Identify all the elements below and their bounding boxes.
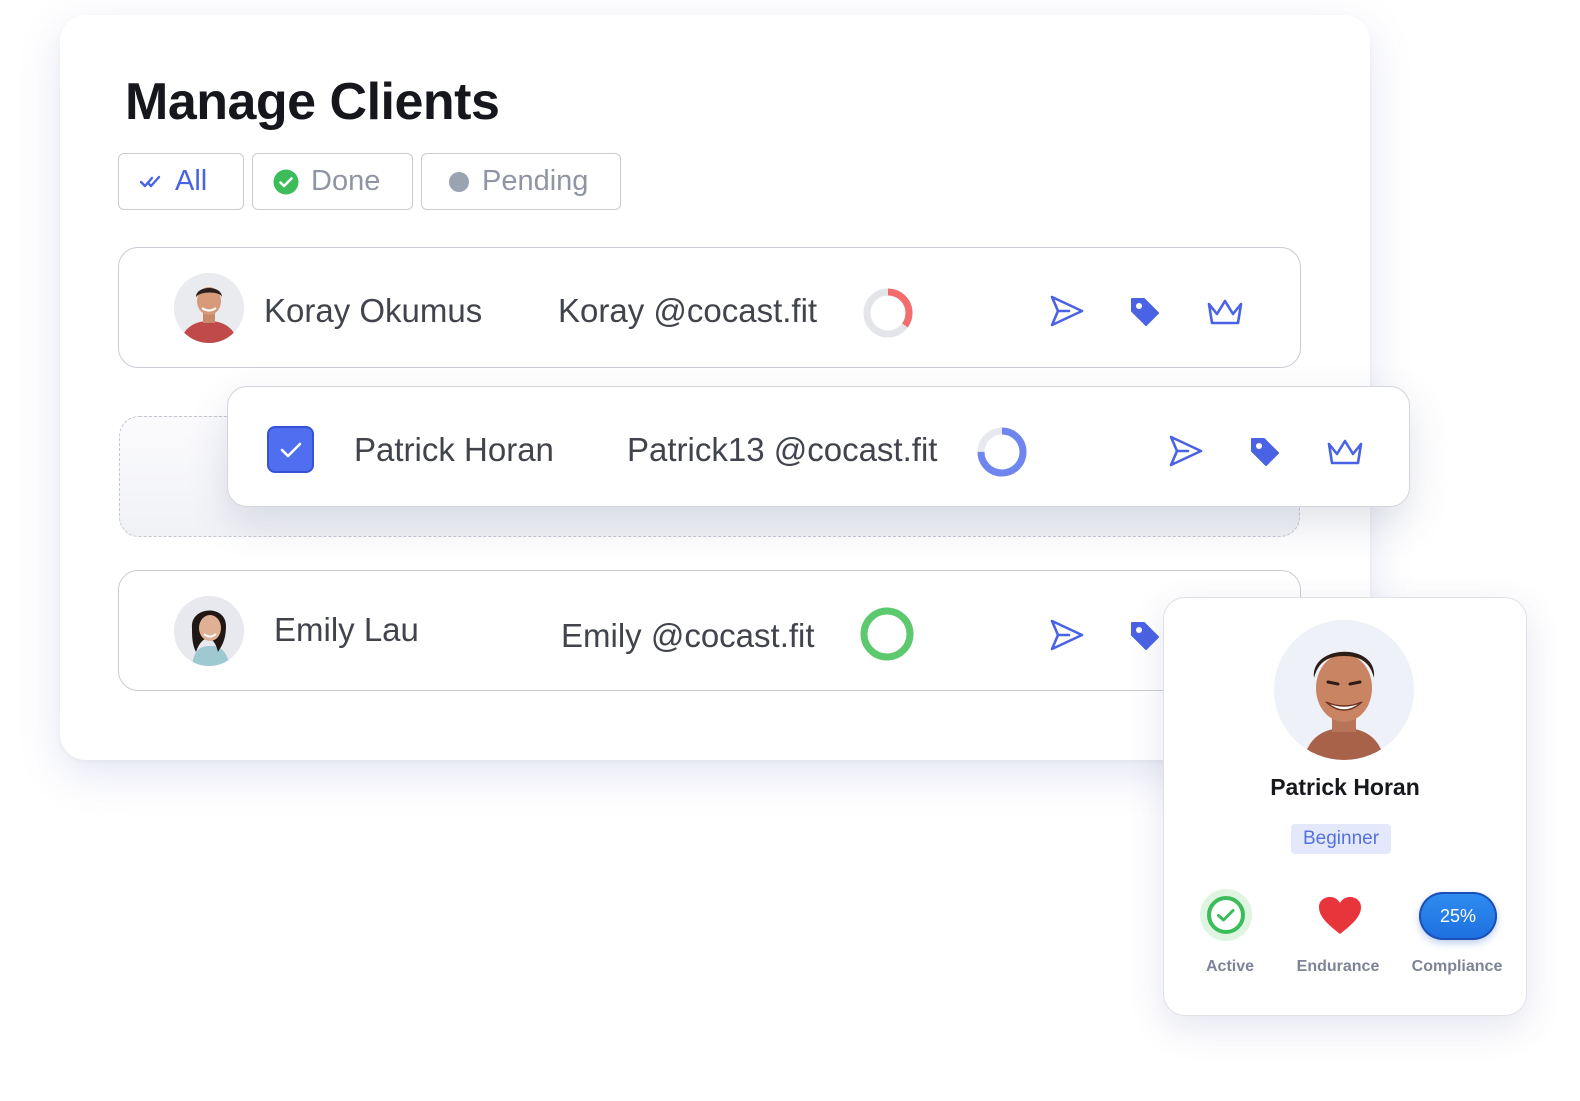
send-icon[interactable] — [1049, 293, 1085, 334]
progress-ring-fill — [860, 607, 914, 661]
client-handle: Emily @cocast.fit — [561, 617, 815, 654]
profile-avatar — [1274, 620, 1414, 760]
avatar — [174, 273, 244, 343]
client-row-patrick[interactable]: Patrick Horan Patrick13 @cocast.fit — [227, 386, 1410, 507]
double-check-icon — [139, 174, 163, 190]
filter-all-label: All — [175, 165, 208, 197]
tag-icon[interactable] — [1249, 436, 1281, 473]
progress-ring — [977, 427, 1027, 477]
crown-icon[interactable] — [1206, 296, 1244, 333]
progress-ring — [860, 607, 914, 661]
stat-label-active: Active — [1205, 958, 1255, 975]
compliance-badge: 25% — [1419, 892, 1497, 940]
tag-icon[interactable] — [1129, 296, 1161, 333]
filter-pending-button[interactable]: Pending — [421, 153, 621, 210]
crown-icon[interactable] — [1326, 436, 1364, 473]
client-profile-card: Patrick Horan Beginner 25% Active Endura… — [1163, 597, 1527, 1016]
client-handle: Koray @cocast.fit — [558, 292, 818, 329]
dot-icon — [448, 171, 470, 193]
filter-done-button[interactable]: Done — [252, 153, 413, 210]
client-row-emily[interactable]: Emily Lau Emily @cocast.fit — [118, 570, 1301, 691]
client-name: Patrick Horan — [354, 431, 554, 468]
heart-icon — [1318, 896, 1362, 941]
client-row-koray[interactable]: Koray Okumus Koray @cocast.fit — [118, 247, 1301, 368]
client-name: Koray Okumus — [264, 292, 483, 329]
level-badge: Beginner — [1291, 824, 1391, 854]
page-title: Manage Clients — [125, 73, 500, 131]
stat-label-endurance: Endurance — [1296, 958, 1380, 975]
client-name: Emily Lau — [274, 611, 419, 648]
filter-pending-label: Pending — [482, 165, 589, 197]
progress-ring — [863, 288, 913, 338]
checkmark-icon — [280, 442, 301, 457]
send-icon[interactable] — [1049, 617, 1085, 658]
filter-done-label: Done — [311, 165, 381, 197]
active-check-icon — [1200, 889, 1252, 946]
avatar — [174, 596, 244, 666]
filter-all-button[interactable]: All — [118, 153, 244, 210]
send-icon[interactable] — [1168, 433, 1204, 474]
row-checkbox[interactable] — [267, 426, 314, 473]
stat-label-compliance: Compliance — [1411, 958, 1503, 975]
check-circle-icon — [273, 169, 299, 195]
client-handle: Patrick13 @cocast.fit — [627, 431, 938, 468]
profile-name: Patrick Horan — [1270, 774, 1420, 800]
tag-icon[interactable] — [1129, 620, 1161, 657]
